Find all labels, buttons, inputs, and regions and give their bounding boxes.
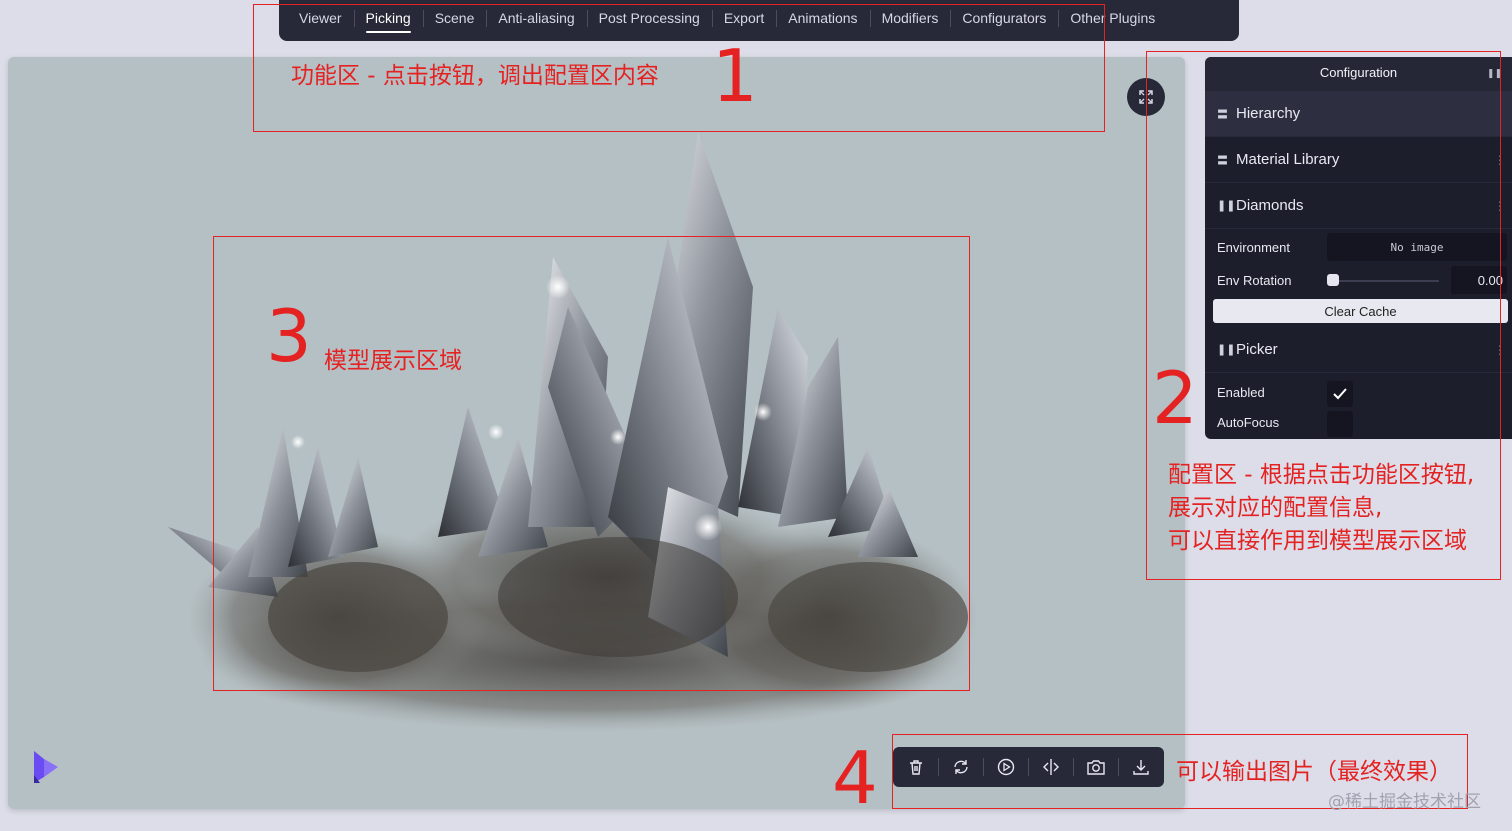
annotation-text-2-line1: 配置区 - 根据点击功能区按钮, — [1168, 462, 1475, 488]
annotation-number-2: 2 — [1152, 356, 1198, 440]
annotation-number-3: 3 — [266, 294, 312, 378]
annotation-number-1: 1 — [712, 34, 758, 118]
annotation-box-3 — [213, 236, 970, 691]
annotation-text-1: 功能区 - 点击按钮，调出配置区内容 — [291, 63, 659, 89]
annotation-text-4: 可以输出图片（最终效果） — [1176, 759, 1452, 785]
annotation-text-2-line3: 可以直接作用到模型展示区域 — [1168, 528, 1467, 554]
annotation-text-2-line2: 展示对应的配置信息, — [1168, 495, 1383, 521]
annotation-text-3: 模型展示区域 — [324, 348, 462, 374]
annotation-number-4: 4 — [832, 736, 878, 820]
watermark: @稀土掘金技术社区 — [1328, 792, 1481, 812]
app-logo — [34, 751, 58, 783]
